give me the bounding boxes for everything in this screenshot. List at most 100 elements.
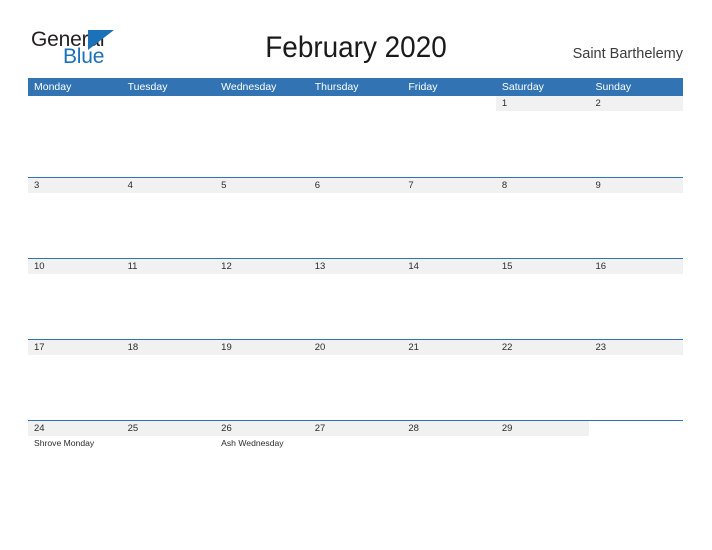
- day-cell[interactable]: 24 Shrove Monday: [28, 421, 122, 501]
- day-events: Shrove Monday: [34, 438, 119, 449]
- calendar-week-row: 12: [28, 96, 684, 177]
- day-cell[interactable]: 23: [589, 340, 684, 420]
- day-cell[interactable]: 19: [215, 340, 309, 420]
- region-label: Saint Barthelemy: [572, 46, 683, 62]
- day-cell-empty: [122, 96, 216, 176]
- day-cell[interactable]: 17: [28, 340, 122, 420]
- weekday-header-friday: Friday: [408, 81, 438, 93]
- day-number: 29: [501, 423, 513, 434]
- calendar-page: General Blue February 2020 Saint Barthel…: [0, 0, 712, 550]
- day-cell[interactable]: 14: [402, 259, 496, 339]
- week-day-cells: 12: [28, 96, 684, 176]
- day-number: 22: [501, 342, 513, 353]
- day-cell-band: [495, 178, 590, 193]
- day-number: 10: [34, 261, 45, 272]
- day-cell[interactable]: 12: [215, 259, 309, 339]
- day-number: 4: [127, 180, 133, 191]
- day-events: Ash Wednesday: [221, 438, 306, 449]
- day-cell[interactable]: 4: [121, 178, 216, 258]
- day-number: 17: [34, 342, 45, 353]
- day-number: 16: [595, 261, 607, 272]
- calendar-week-row: 3 4 5 6 7 8 9: [28, 177, 684, 258]
- day-cell[interactable]: 13: [308, 259, 403, 339]
- day-number: 12: [221, 261, 232, 272]
- day-number: 1: [501, 98, 508, 109]
- weekday-header-saturday: Saturday: [501, 81, 544, 93]
- day-number: 21: [408, 342, 419, 353]
- day-number: 24: [34, 423, 45, 434]
- day-cell[interactable]: 10: [28, 259, 122, 339]
- day-cell-band: [121, 178, 216, 193]
- day-cell[interactable]: 25: [121, 421, 216, 501]
- day-number: 8: [501, 180, 508, 191]
- day-number: 14: [408, 261, 419, 272]
- day-cell[interactable]: 11: [121, 259, 216, 339]
- day-cell-empty: [309, 96, 403, 176]
- calendar-week-row: 10 11 12 13 14 15 16: [28, 258, 684, 339]
- day-number: 15: [501, 261, 513, 272]
- weekday-header-wednesday: Wednesday: [221, 81, 277, 93]
- day-cell[interactable]: 27: [308, 421, 403, 501]
- weekday-header-sunday: Sunday: [595, 81, 632, 93]
- weekday-header-tuesday: Tuesday: [127, 81, 168, 93]
- week-day-cells: 3 4 5 6 7 8 9: [28, 178, 684, 258]
- day-cell[interactable]: 21: [402, 340, 496, 420]
- day-cell[interactable]: 15: [495, 259, 590, 339]
- day-number: 9: [595, 180, 601, 191]
- day-cell-band: [589, 178, 684, 193]
- weekday-header-monday: Monday: [34, 81, 72, 93]
- day-cell[interactable]: 29: [495, 421, 590, 501]
- day-number: 7: [408, 180, 414, 191]
- weekday-header-thursday: Thursday: [314, 81, 359, 93]
- day-cell[interactable]: 7: [402, 178, 496, 258]
- day-number: 5: [221, 180, 227, 191]
- calendar-week-row: 17 18 19 20 21 22 23: [28, 339, 684, 420]
- day-cell-band: [495, 96, 590, 111]
- day-number: 13: [314, 261, 326, 272]
- day-number: 2: [595, 98, 601, 109]
- day-cell-band: [28, 178, 122, 193]
- day-cell[interactable]: 5: [215, 178, 309, 258]
- day-cell-band: [402, 178, 496, 193]
- day-cell-band: [402, 96, 496, 111]
- day-number: 25: [127, 423, 139, 434]
- week-day-cells: 24 Shrove Monday 25 26 Ash Wednesday 27 28 29: [28, 421, 683, 501]
- holiday-label: Shrove Monday: [34, 438, 95, 448]
- day-cell-empty: [589, 421, 683, 501]
- day-cell[interactable]: 20: [308, 340, 403, 420]
- calendar-weeks: 1 2 3 4 5 6 7 8 9 10 11 12 13 14 15 16 17 18 19 20 21 22 23 24 S…: [28, 96, 684, 501]
- day-number: 23: [595, 342, 607, 353]
- day-cell-band: [215, 178, 309, 193]
- day-cell[interactable]: 6: [308, 178, 403, 258]
- day-cell-empty: [402, 96, 496, 176]
- week-day-cells: 17 18 19 20 21 22 23: [28, 340, 684, 420]
- day-cell-band: [589, 96, 684, 111]
- day-cell-band: [589, 421, 683, 436]
- day-cell[interactable]: 22: [495, 340, 590, 420]
- week-day-cells: 10 11 12 13 14 15 16: [28, 259, 684, 339]
- weekday-header-row: Monday Tuesday Wednesday Thursday Friday…: [28, 78, 683, 96]
- calendar-week-row: 24 Shrove Monday 25 26 Ash Wednesday 27 28 29: [28, 420, 683, 501]
- day-cell[interactable]: 9: [589, 178, 684, 258]
- day-cell[interactable]: 1: [495, 96, 590, 176]
- day-cell-band: [28, 96, 122, 111]
- day-cell[interactable]: 26 Ash Wednesday: [215, 421, 309, 501]
- day-cell[interactable]: 2: [589, 96, 684, 176]
- day-cell[interactable]: 3: [28, 178, 122, 258]
- day-cell[interactable]: 18: [121, 340, 216, 420]
- day-cell[interactable]: 8: [495, 178, 590, 258]
- day-number: 11: [127, 261, 138, 272]
- day-cell[interactable]: 28: [402, 421, 496, 501]
- day-number: 3: [34, 180, 40, 191]
- day-number: 18: [127, 342, 139, 353]
- day-number: 6: [314, 180, 321, 191]
- day-cell-band: [309, 96, 403, 111]
- day-number: 28: [408, 423, 419, 434]
- day-cell-band: [122, 96, 216, 111]
- day-number: 19: [221, 342, 232, 353]
- day-cell[interactable]: 16: [589, 259, 684, 339]
- day-number: 26: [221, 423, 232, 434]
- day-number: 20: [314, 342, 326, 353]
- day-cell-band: [215, 96, 309, 111]
- day-cell-empty: [215, 96, 309, 176]
